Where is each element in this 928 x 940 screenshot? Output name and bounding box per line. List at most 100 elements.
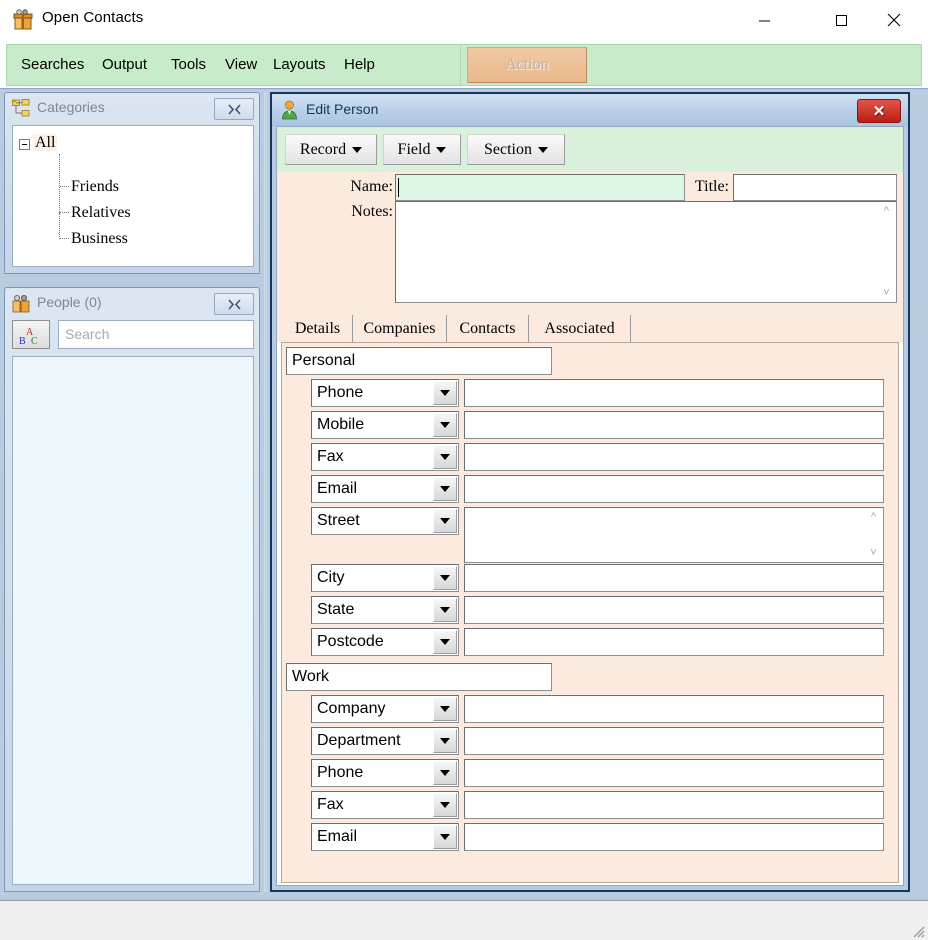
edit-person-dialog: Edit Person ✕ Record Field Section Name:…: [270, 92, 910, 892]
field-type-label: City: [317, 569, 345, 586]
field-value-personal-email[interactable]: [464, 475, 884, 503]
field-value-personal-postcode[interactable]: [464, 628, 884, 656]
field-value-work-email[interactable]: [464, 823, 884, 851]
tree-item-business[interactable]: Business: [71, 230, 128, 248]
tab-associated[interactable]: Associated: [529, 315, 631, 342]
chevron-down-icon[interactable]: [433, 445, 457, 469]
name-input[interactable]: [395, 174, 685, 201]
field-type-combo-fax[interactable]: Fax: [311, 443, 459, 471]
statusbar: [0, 900, 928, 940]
field-type-combo-work-phone[interactable]: Phone: [311, 759, 459, 787]
chevron-down-icon[interactable]: [433, 566, 457, 590]
field-value-work-fax[interactable]: [464, 791, 884, 819]
field-type-combo-street[interactable]: Street: [311, 507, 459, 535]
tree-expander-all[interactable]: [19, 139, 30, 150]
categories-panel: Categories All Friends Relatives Busines…: [4, 92, 260, 274]
action-button[interactable]: Action: [467, 47, 587, 83]
chevron-down-icon[interactable]: [433, 761, 457, 785]
tree-item-all[interactable]: All: [33, 134, 58, 152]
chevron-down-icon: [538, 146, 548, 153]
person-icon: [282, 100, 297, 120]
dock-splitter[interactable]: [264, 92, 269, 892]
field-type-combo-phone[interactable]: Phone: [311, 379, 459, 407]
field-type-combo-company[interactable]: Company: [311, 695, 459, 723]
people-list[interactable]: [12, 356, 254, 885]
window-maximize-button[interactable]: [818, 0, 864, 40]
field-menu-label: Field: [397, 140, 431, 158]
dialog-body: Record Field Section Name: Title: Notes:…: [276, 126, 904, 886]
details-pane: Personal Phone Mobile Fax Email Street ^…: [281, 342, 899, 883]
menu-item-view[interactable]: View: [222, 54, 260, 75]
scroll-down-icon[interactable]: ˅: [865, 545, 882, 561]
abc-sort-button[interactable]: A B C: [12, 320, 50, 349]
field-type-combo-work-fax[interactable]: Fax: [311, 791, 459, 819]
field-type-combo-work-email[interactable]: Email: [311, 823, 459, 851]
text-caret: [398, 178, 399, 197]
tree-connector: [60, 238, 69, 240]
notes-textarea[interactable]: ^ ˅: [395, 201, 897, 303]
window-minimize-button[interactable]: [741, 0, 787, 40]
chevron-down-icon[interactable]: [433, 598, 457, 622]
section-header-work[interactable]: Work: [286, 663, 552, 691]
folder-tree-icon: [12, 99, 30, 117]
field-menu-button[interactable]: Field: [383, 134, 461, 165]
chevron-down-icon: [352, 146, 363, 153]
chevron-down-icon[interactable]: [433, 825, 457, 849]
chevron-down-icon[interactable]: [433, 793, 457, 817]
scroll-up-icon[interactable]: ^: [878, 203, 895, 219]
chevron-down-icon[interactable]: [433, 509, 457, 533]
section-menu-button[interactable]: Section: [467, 134, 565, 165]
menu-item-help[interactable]: Help: [341, 54, 378, 75]
field-type-combo-city[interactable]: City: [311, 564, 459, 592]
field-value-work-phone[interactable]: [464, 759, 884, 787]
scroll-down-icon[interactable]: ˅: [878, 285, 895, 301]
categories-panel-close-button[interactable]: [214, 98, 254, 120]
people-search-input[interactable]: Search: [58, 320, 254, 349]
title-input[interactable]: [733, 174, 897, 201]
people-panel-close-button[interactable]: [214, 293, 254, 315]
close-icon: [887, 13, 901, 27]
dialog-title: Edit Person: [306, 101, 379, 117]
tab-companies[interactable]: Companies: [353, 315, 447, 342]
menu-item-output[interactable]: Output: [99, 54, 150, 75]
field-type-combo-state[interactable]: State: [311, 596, 459, 624]
notes-label: Notes:: [351, 203, 393, 220]
chevron-down-icon[interactable]: [433, 413, 457, 437]
field-value-personal-fax[interactable]: [464, 443, 884, 471]
window-close-button[interactable]: [871, 0, 917, 40]
field-value-personal-state[interactable]: [464, 596, 884, 624]
field-value-personal-street[interactable]: ^ ˅: [464, 507, 884, 563]
field-value-personal-mobile[interactable]: [464, 411, 884, 439]
dialog-close-button[interactable]: ✕: [857, 99, 901, 123]
tab-details[interactable]: Details: [283, 315, 353, 342]
chevron-down-icon[interactable]: [433, 381, 457, 405]
categories-panel-header: Categories: [5, 93, 259, 123]
tree-item-relatives[interactable]: Relatives: [71, 204, 131, 222]
street-scrollbar[interactable]: ^ ˅: [865, 509, 882, 561]
categories-tree[interactable]: All Friends Relatives Business: [12, 125, 254, 267]
chevron-down-icon[interactable]: [433, 697, 457, 721]
tab-contacts[interactable]: Contacts: [447, 315, 529, 342]
section-header-personal[interactable]: Personal: [286, 347, 552, 375]
resize-grip-icon[interactable]: [909, 922, 925, 938]
scroll-up-icon[interactable]: ^: [865, 509, 882, 525]
tree-item-friends[interactable]: Friends: [71, 178, 119, 196]
menu-item-searches[interactable]: Searches: [18, 54, 87, 75]
chevron-down-icon[interactable]: [433, 630, 457, 654]
record-menu-button[interactable]: Record: [285, 134, 377, 165]
menu-item-tools[interactable]: Tools: [168, 54, 209, 75]
field-type-combo-mobile[interactable]: Mobile: [311, 411, 459, 439]
menu-item-layouts[interactable]: Layouts: [270, 54, 329, 75]
field-type-label: Phone: [317, 764, 364, 781]
field-value-personal-phone[interactable]: [464, 379, 884, 407]
field-type-combo-postcode[interactable]: Postcode: [311, 628, 459, 656]
chevron-down-icon[interactable]: [433, 477, 457, 501]
field-type-combo-email[interactable]: Email: [311, 475, 459, 503]
field-value-work-company[interactable]: [464, 695, 884, 723]
notes-scrollbar[interactable]: ^ ˅: [878, 203, 895, 301]
field-type-combo-department[interactable]: Department: [311, 727, 459, 755]
chevron-down-icon[interactable]: [433, 729, 457, 753]
field-value-personal-city[interactable]: [464, 564, 884, 592]
field-value-work-department[interactable]: [464, 727, 884, 755]
people-group-icon: [12, 295, 30, 313]
